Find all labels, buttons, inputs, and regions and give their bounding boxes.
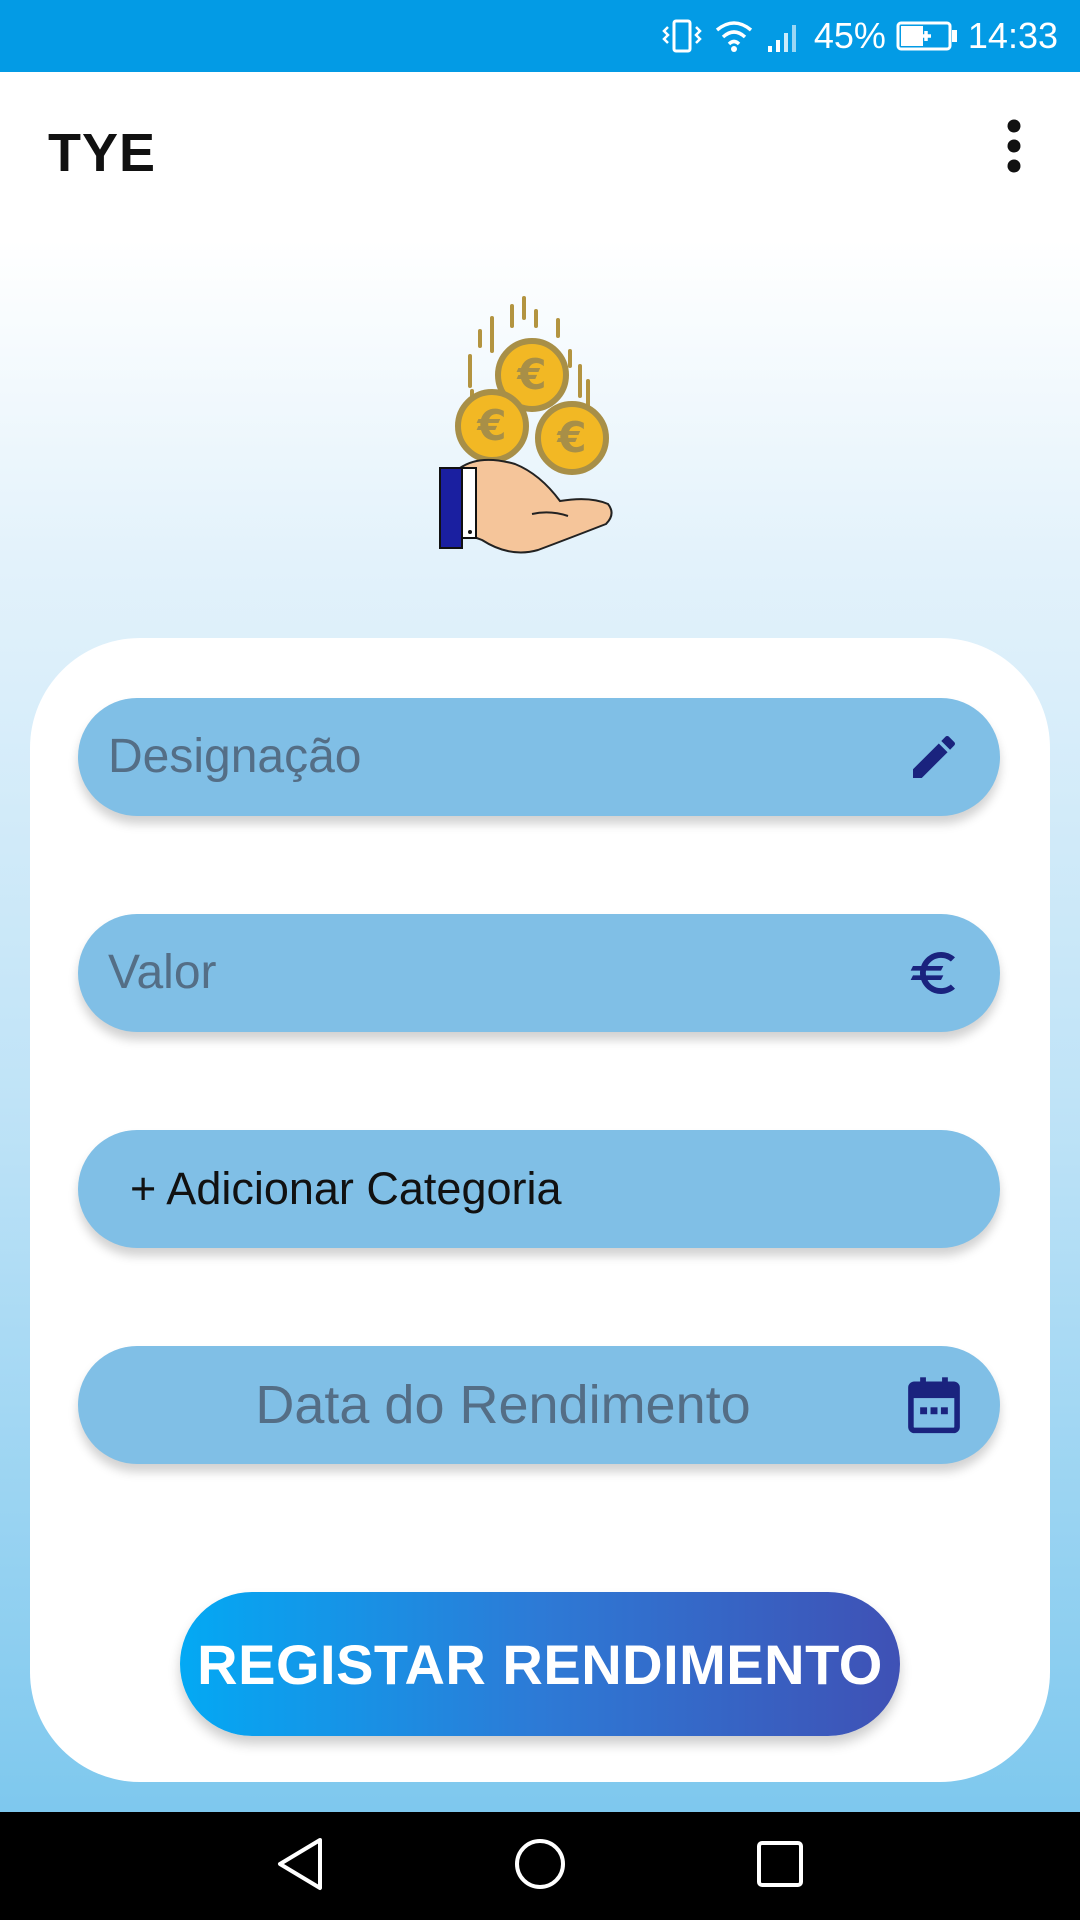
income-form-card: Designação Valor + Adicionar Categoria D… (30, 638, 1050, 1782)
designation-field[interactable]: Designação (78, 698, 1000, 816)
status-icons: 45% 14:33 (660, 0, 1058, 72)
pencil-icon (904, 727, 964, 787)
app-bar: TYE (0, 72, 1080, 240)
battery-percent: 45% (813, 15, 886, 56)
wifi-icon (714, 18, 754, 54)
more-vert-icon (1004, 118, 1024, 179)
svg-text:€: € (556, 413, 586, 462)
back-icon (274, 1836, 326, 1897)
value-placeholder: Valor (108, 946, 217, 999)
clock: 14:33 (967, 15, 1058, 56)
add-category-label: + Adicionar Categoria (130, 1163, 562, 1214)
svg-text:€: € (516, 350, 546, 399)
status-bar: 45% 14:33 (0, 0, 1080, 72)
main-content: € € € Designação Valor + Adicionar Categ… (0, 240, 1080, 1812)
calendar-icon (904, 1375, 964, 1435)
value-field[interactable]: Valor (78, 914, 1000, 1032)
navigation-bar (0, 1812, 1080, 1920)
date-placeholder: Data do Rendimento (255, 1375, 751, 1435)
home-button[interactable] (508, 1834, 572, 1898)
signal-icon (764, 18, 804, 54)
designation-placeholder: Designação (108, 730, 362, 783)
euro-icon (904, 943, 964, 1003)
overflow-menu-button[interactable] (978, 112, 1050, 184)
back-button[interactable] (268, 1834, 332, 1898)
date-field[interactable]: Data do Rendimento (78, 1346, 1000, 1464)
register-income-label: REGISTAR RENDIMENTO (197, 1632, 883, 1696)
home-icon (512, 1836, 568, 1897)
recents-button[interactable] (748, 1834, 812, 1898)
vibrate-icon (660, 18, 704, 54)
recents-icon (754, 1838, 806, 1895)
add-category-button[interactable]: + Adicionar Categoria (78, 1130, 1000, 1248)
svg-text:€: € (476, 401, 506, 450)
register-income-button[interactable]: REGISTAR RENDIMENTO (180, 1592, 900, 1736)
hand-with-euro-coins-icon: € € € (420, 296, 660, 626)
app-title: TYE (48, 123, 157, 183)
battery-charging-icon (896, 20, 958, 52)
